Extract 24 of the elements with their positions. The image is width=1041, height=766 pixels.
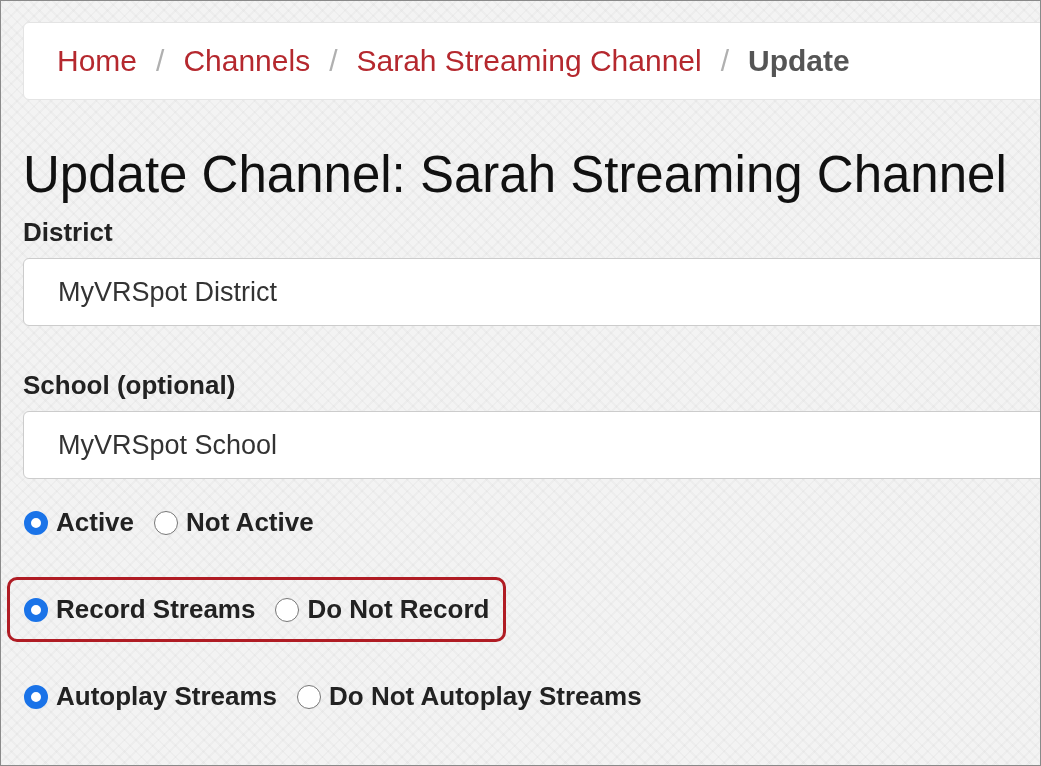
radio-button[interactable]: [154, 510, 179, 535]
radio-button[interactable]: [275, 597, 300, 622]
breadcrumb-separator: /: [329, 44, 338, 78]
breadcrumb-link[interactable]: Home: [57, 44, 138, 78]
radio-label[interactable]: Autoplay Streams: [56, 681, 278, 713]
radio-button[interactable]: [297, 684, 322, 709]
field-label: District: [23, 217, 114, 250]
page-title: Update Channel: Sarah Streaming Channel: [23, 145, 1008, 205]
radio-button[interactable]: [24, 597, 48, 622]
radio-button[interactable]: [24, 684, 48, 709]
radio-label[interactable]: Do Not Record: [307, 594, 490, 626]
radio-button[interactable]: [24, 510, 48, 535]
radio-label[interactable]: Record Streams: [56, 594, 256, 626]
breadcrumb-separator: /: [156, 44, 165, 78]
breadcrumb-link[interactable]: Sarah Streaming Channel: [356, 44, 702, 78]
field-label: School (optional): [23, 370, 237, 403]
breadcrumb-link[interactable]: Channels: [183, 44, 311, 78]
radio-label[interactable]: Not Active: [186, 507, 314, 539]
input-field[interactable]: MyVRSpot School: [23, 411, 1040, 480]
input-field[interactable]: MyVRSpot District: [23, 258, 1040, 327]
breadcrumb-current: Update: [748, 44, 850, 78]
radio-label[interactable]: Active: [56, 507, 135, 539]
breadcrumb-separator: /: [720, 44, 730, 78]
radio-label[interactable]: Do Not Autoplay Streams: [329, 681, 642, 713]
